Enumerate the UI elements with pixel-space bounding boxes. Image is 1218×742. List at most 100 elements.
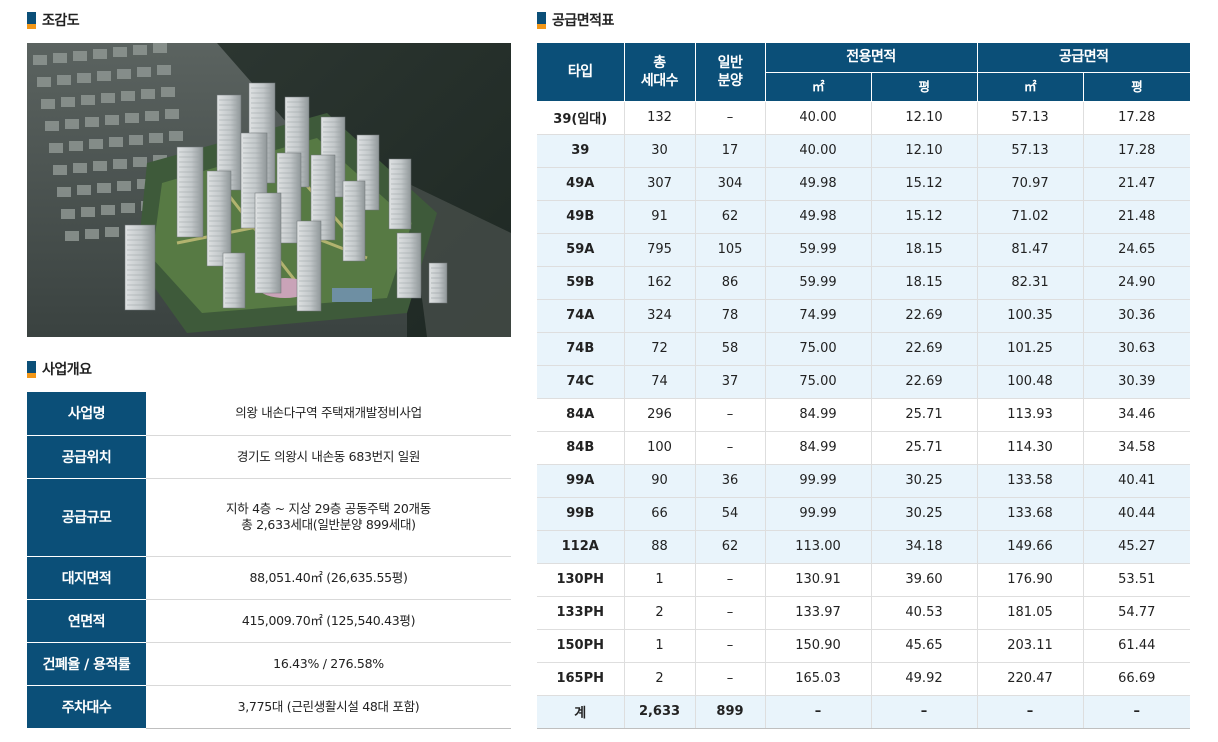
cell-general-sale: 62 (695, 200, 766, 234)
apartment-tower (124, 224, 156, 311)
apartment-tower (206, 170, 232, 267)
cell-general-sale: 304 (695, 167, 766, 201)
cell-type: 99A (537, 464, 625, 498)
cell-exclusive-sqm: 113.00 (765, 530, 872, 564)
overview-label: 공급규모 (27, 478, 146, 557)
supply-area-table: 타입 총 세대수 일반 분양 전용면적 공급면적 ㎡ 평 ㎡ 평 39(임대) 1… (537, 43, 1190, 729)
cell-supply-sqm: 203.11 (977, 629, 1084, 663)
low-rise-block (73, 51, 87, 61)
cell-type: 49B (537, 200, 625, 234)
cell-total-units: 307 (624, 167, 696, 201)
cell-supply-sqm: 176.90 (977, 563, 1084, 597)
cell-supply-sqm: 82.31 (977, 266, 1084, 300)
cell-supply-sqm: 220.47 (977, 662, 1084, 696)
overview-row-location: 공급위치 경기도 의왕시 내손동 683번지 일원 (27, 435, 511, 479)
cell-general-sale: – (695, 629, 766, 663)
cell-supply-sqm: 57.13 (977, 101, 1084, 135)
overview-row-project-name: 사업명 의왕 내손다구역 주택재개발정비사업 (27, 392, 511, 436)
overview-label: 대지면적 (27, 556, 146, 600)
cell-total-units: 2,633 (624, 695, 696, 729)
cell-supply-pyeong: 61.44 (1083, 629, 1190, 663)
cell-total-units: 66 (624, 497, 696, 531)
overview-value: 의왕 내손다구역 주택재개발정비사업 (146, 392, 511, 436)
cell-exclusive-sqm: 40.00 (765, 101, 872, 135)
cell-total-units: 100 (624, 431, 696, 465)
low-rise-block (153, 43, 167, 53)
low-rise-block (69, 141, 83, 151)
cell-supply-sqm: 113.93 (977, 398, 1084, 432)
cell-supply-sqm: 133.58 (977, 464, 1084, 498)
cell-type: 99B (537, 497, 625, 531)
cell-exclusive-sqm: 59.99 (765, 233, 872, 267)
cell-exclusive-pyeong: 18.15 (871, 233, 978, 267)
cell-supply-pyeong: 17.28 (1083, 134, 1190, 168)
cell-supply-pyeong: 17.28 (1083, 101, 1190, 135)
low-rise-block (165, 109, 179, 119)
low-rise-block (113, 47, 127, 57)
cell-exclusive-sqm: 150.90 (765, 629, 872, 663)
low-rise-block (53, 165, 67, 175)
supply-table-body: 39(임대) 132–40.00 12.10 57.13 17.28 39 30 17 40.0… (537, 101, 1190, 729)
low-rise-block (77, 73, 91, 83)
cell-general-sale: – (695, 563, 766, 597)
low-rise-block (161, 87, 175, 97)
cell-total-units: 2 (624, 662, 696, 696)
cell-supply-sqm: 101.25 (977, 332, 1084, 366)
low-rise-block (93, 49, 107, 59)
table-row: 74C 74 37 75.00 22.69 100.48 30.39 (537, 365, 1190, 399)
cell-general-sale: – (695, 101, 766, 135)
cell-type: 74C (537, 365, 625, 399)
low-rise-block (37, 77, 51, 87)
low-rise-block (89, 139, 103, 149)
cell-exclusive-sqm: 130.91 (765, 563, 872, 597)
overview-label: 공급위치 (27, 435, 146, 479)
cell-exclusive-sqm: 99.99 (765, 497, 872, 531)
cell-type: 133PH (537, 596, 625, 630)
apartment-tower (396, 232, 422, 299)
cell-type: 계 (537, 695, 625, 729)
cell-exclusive-sqm: 133.97 (765, 596, 872, 630)
low-rise-block (117, 181, 131, 191)
low-rise-block (133, 157, 147, 167)
cell-exclusive-sqm: 75.00 (765, 365, 872, 399)
header-total-units: 총 세대수 (624, 43, 696, 102)
low-rise-block (137, 67, 151, 77)
cell-supply-sqm: 181.05 (977, 596, 1084, 630)
low-rise-block (141, 89, 155, 99)
low-rise-block (113, 159, 127, 169)
cell-exclusive-pyeong: 45.65 (871, 629, 978, 663)
cell-type: 59A (537, 233, 625, 267)
table-row: 59A 795 105 59.99 18.15 81.47 24.65 (537, 233, 1190, 267)
table-total-row: 계 2,633 899– – – – (537, 695, 1190, 729)
cell-total-units: 132 (624, 101, 696, 135)
table-row: 150PH 1–150.90 45.65 203.11 61.44 (537, 629, 1190, 663)
low-rise-block (53, 53, 67, 63)
cell-type: 74B (537, 332, 625, 366)
apartment-tower (388, 158, 412, 230)
low-rise-block (97, 183, 111, 193)
overview-label: 연면적 (27, 599, 146, 643)
low-rise-block (125, 113, 139, 123)
overview-value: 16.43% / 276.58% (146, 642, 511, 686)
low-rise-block (41, 99, 55, 109)
overview-value: 지하 4층 ~ 지상 29층 공동주택 20개동 총 2,633세대(일반분양 … (146, 478, 511, 557)
render-title: 조감도 (42, 13, 80, 29)
section-marker-icon (537, 11, 546, 29)
cell-supply-sqm: 114.30 (977, 431, 1084, 465)
cell-supply-sqm: 149.66 (977, 530, 1084, 564)
section-marker-icon (27, 360, 36, 378)
cell-general-sale: 62 (695, 530, 766, 564)
cell-supply-sqm: 81.47 (977, 233, 1084, 267)
table-row: 99B 66 54 99.99 30.25 133.68 40.44 (537, 497, 1190, 531)
aerial-render-image (27, 43, 511, 337)
cell-supply-pyeong: 54.77 (1083, 596, 1190, 630)
low-rise-block (81, 95, 95, 105)
cell-exclusive-sqm: 49.98 (765, 200, 872, 234)
apartment-tower (254, 192, 282, 294)
cell-general-sale: – (695, 398, 766, 432)
cell-general-sale: – (695, 596, 766, 630)
cell-total-units: 91 (624, 200, 696, 234)
header-type: 타입 (537, 43, 625, 102)
overview-row-parking: 주차대수 3,775대 (근린생활시설 48대 포함) (27, 685, 511, 729)
cell-exclusive-sqm: 74.99 (765, 299, 872, 333)
